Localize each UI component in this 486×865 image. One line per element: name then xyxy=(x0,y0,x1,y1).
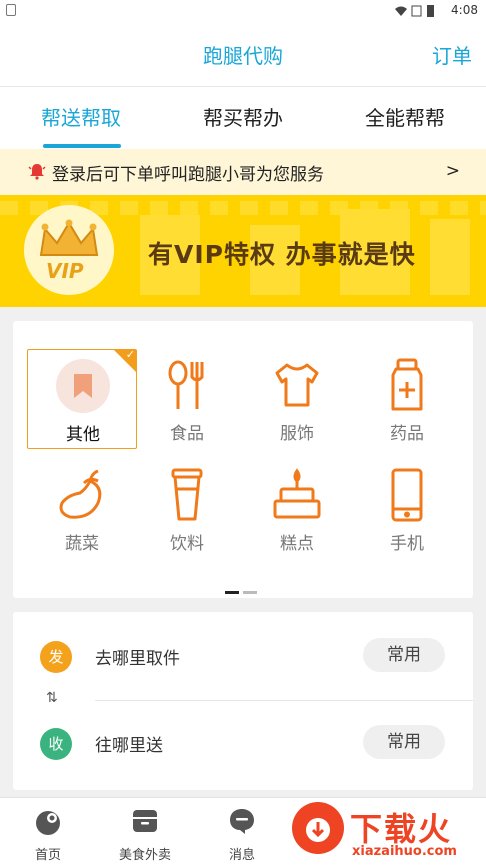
category-card: 其他 ✓ 食品 服饰 药品 蔬菜 饮料 糕点 手机 xyxy=(13,321,473,598)
tab-send-pickup[interactable]: 帮送帮取 xyxy=(0,87,162,149)
banner-decoration xyxy=(430,219,470,295)
notice-arrow: > xyxy=(445,161,460,181)
vip-label: VIP xyxy=(46,259,84,283)
phone-icon xyxy=(391,468,423,522)
tab-label: 帮送帮取 xyxy=(41,106,121,130)
eggplant-icon xyxy=(59,469,102,519)
category-label: 其他 xyxy=(66,425,100,445)
bookmark-icon xyxy=(56,359,110,413)
nav-takeout[interactable]: 美食外卖 xyxy=(97,798,193,865)
category-medicine[interactable]: 药品 xyxy=(352,349,462,449)
download-icon xyxy=(306,818,330,842)
category-vegetables[interactable]: 蔬菜 xyxy=(27,459,137,559)
status-bar: 4:08 xyxy=(0,0,486,22)
nav-label: 消息 xyxy=(228,848,255,863)
category-label: 服饰 xyxy=(280,424,314,444)
nav-home[interactable]: 首页 xyxy=(0,798,96,865)
category-clothing[interactable]: 服饰 xyxy=(242,349,352,449)
tab-label: 全能帮帮 xyxy=(365,106,445,130)
takeout-box-icon xyxy=(133,810,157,832)
category-other[interactable]: 其他 ✓ xyxy=(27,348,137,449)
spoon-fork-icon xyxy=(168,360,204,409)
tab-buy-errand[interactable]: 帮买帮办 xyxy=(162,87,324,149)
active-tab-indicator xyxy=(43,144,121,148)
category-drinks[interactable]: 饮料 xyxy=(132,459,242,559)
pickup-address-input[interactable]: 去哪里取件 xyxy=(95,644,180,669)
dropoff-frequent-button[interactable]: 常用 xyxy=(363,725,445,759)
signal-icon xyxy=(411,5,422,17)
drink-cup-icon xyxy=(171,468,203,521)
category-label: 蔬菜 xyxy=(65,534,99,554)
tab-label: 帮买帮办 xyxy=(203,106,283,130)
page-indicator xyxy=(225,579,261,598)
tab-all-purpose[interactable]: 全能帮帮 xyxy=(324,87,486,149)
medicine-bottle-icon xyxy=(391,358,423,411)
category-label: 饮料 xyxy=(170,534,204,554)
dropoff-address-input[interactable]: 往哪里送 xyxy=(95,731,163,756)
vip-banner[interactable]: VIP 有VIP特权 办事就是快 xyxy=(0,195,486,307)
pickup-badge: 发 xyxy=(40,641,72,673)
status-icons xyxy=(395,5,434,17)
category-label: 手机 xyxy=(390,534,424,554)
page-title: 跑腿代购 xyxy=(203,44,283,68)
nav-label: 美食外卖 xyxy=(118,848,171,863)
dropoff-address-row[interactable]: 收 往哪里送 常用 xyxy=(13,709,473,779)
nav-label: 首页 xyxy=(34,848,61,863)
nav-messages[interactable]: 消息 xyxy=(194,798,290,865)
watermark-logo: 下载火 xiazaihuo.com xyxy=(290,800,486,864)
orders-link[interactable]: 订单 xyxy=(432,40,472,69)
vip-slogan: 有VIP特权 办事就是快 xyxy=(148,240,416,269)
notice-text: 登录后可下单呼叫跑腿小哥为您服务 xyxy=(52,165,324,185)
category-label: 药品 xyxy=(390,424,424,444)
tshirt-icon xyxy=(275,363,319,407)
page-dot xyxy=(243,591,257,594)
bell-icon xyxy=(28,164,46,180)
divider xyxy=(95,700,473,701)
service-tabs: 帮送帮取 帮买帮办 全能帮帮 xyxy=(0,87,486,149)
crown-icon xyxy=(39,219,99,256)
cake-icon xyxy=(273,468,321,519)
wifi-icon xyxy=(395,6,407,16)
category-label: 糕点 xyxy=(280,534,314,554)
home-icon xyxy=(36,811,60,835)
message-icon xyxy=(230,809,254,834)
address-card: 发 去哪里取件 常用 ⇅ 收 往哪里送 常用 xyxy=(13,612,473,790)
category-label: 食品 xyxy=(170,424,204,444)
dropoff-badge: 收 xyxy=(40,728,72,760)
page-dot-active xyxy=(225,591,239,594)
app-header: 跑腿代购 订单 xyxy=(0,22,486,87)
category-pastry[interactable]: 糕点 xyxy=(242,459,352,559)
notification-icon xyxy=(6,4,16,16)
swap-icon[interactable]: ⇅ xyxy=(46,690,58,706)
clock: 4:08 xyxy=(451,3,478,17)
pickup-address-row[interactable]: 发 去哪里取件 常用 xyxy=(13,622,473,692)
login-notice[interactable]: 登录后可下单呼叫跑腿小哥为您服务 > xyxy=(0,149,486,195)
category-phone[interactable]: 手机 xyxy=(352,459,462,559)
watermark-url: xiazaihuo.com xyxy=(352,844,457,859)
battery-icon xyxy=(427,5,434,17)
category-food[interactable]: 食品 xyxy=(132,349,242,449)
pickup-frequent-button[interactable]: 常用 xyxy=(363,638,445,672)
